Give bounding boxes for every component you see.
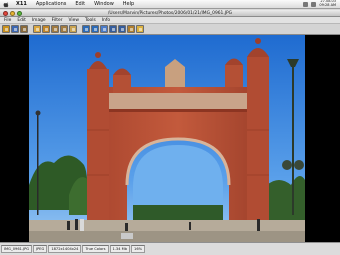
- statusbar: IMG_0961.JPG JPEG 1872x1404x24 True Colo…: [0, 242, 340, 255]
- next-icon[interactable]: [118, 25, 126, 33]
- zoom-in-icon[interactable]: [51, 25, 59, 33]
- menubar-extras: 27.08.03 09:28 AM: [303, 0, 336, 8]
- menubar-clock[interactable]: 27.08.03 09:28 AM: [319, 0, 336, 8]
- open-folder-icon[interactable]: [2, 25, 10, 33]
- menubar-app-name[interactable]: X11: [16, 1, 27, 7]
- menubar-item-applications[interactable]: Applications: [36, 1, 67, 7]
- rotate-right-icon[interactable]: [91, 25, 99, 33]
- menu-file[interactable]: File: [4, 18, 11, 23]
- slideshow-icon[interactable]: [127, 25, 135, 33]
- flip-icon[interactable]: [100, 25, 108, 33]
- save-icon[interactable]: [11, 25, 19, 33]
- clock-time: 09:28 AM: [319, 3, 336, 7]
- volume-icon[interactable]: [303, 1, 309, 7]
- window-titlebar[interactable]: /Users/Marvin/Pictures/Photos/2006/01/21…: [0, 10, 340, 17]
- status-filesize: 1.34 Mb: [109, 245, 131, 253]
- menu-filter[interactable]: Filter: [52, 18, 63, 23]
- image-viewport[interactable]: [0, 35, 340, 242]
- zoom-out-icon[interactable]: [60, 25, 68, 33]
- rotate-left-icon[interactable]: [82, 25, 90, 33]
- status-zoom-percent: 16%: [131, 245, 146, 253]
- app-menubar: File Edit Image Filter View Tools Info: [0, 17, 340, 24]
- status-colors: True Colors: [82, 245, 109, 253]
- help-icon[interactable]: [136, 25, 144, 33]
- menubar-item-help[interactable]: Help: [123, 1, 134, 7]
- desktop: { "menubar": { "app": "X11", "items": ["…: [0, 0, 340, 255]
- mac-menubar: X11 Applications Edit Window Help 27.08.…: [0, 0, 340, 9]
- status-format: JPEG: [33, 245, 48, 253]
- window-title: /Users/Marvin/Pictures/Photos/2006/01/21…: [107, 10, 233, 16]
- menu-view[interactable]: View: [69, 18, 79, 23]
- status-filename: IMG_0961.JPG: [1, 245, 33, 253]
- menu-image[interactable]: Image: [32, 18, 46, 23]
- battery-icon[interactable]: [311, 1, 317, 7]
- fit-window-icon[interactable]: [69, 25, 77, 33]
- apple-menu-icon[interactable]: [3, 1, 11, 8]
- previous-icon[interactable]: [109, 25, 117, 33]
- menubar-item-window[interactable]: Window: [94, 1, 114, 7]
- crop-icon[interactable]: [42, 25, 50, 33]
- toolbar: [0, 24, 340, 35]
- status-dimensions: 1872x1404x24: [48, 245, 82, 253]
- menubar-item-edit[interactable]: Edit: [75, 1, 85, 7]
- menu-tools[interactable]: Tools: [85, 18, 96, 23]
- image-properties-icon[interactable]: [33, 25, 41, 33]
- menu-edit[interactable]: Edit: [17, 18, 26, 23]
- menu-info[interactable]: Info: [102, 18, 110, 23]
- status-spacer: [146, 245, 340, 253]
- photo-arc-de-triomf: [29, 35, 305, 242]
- print-icon[interactable]: [20, 25, 28, 33]
